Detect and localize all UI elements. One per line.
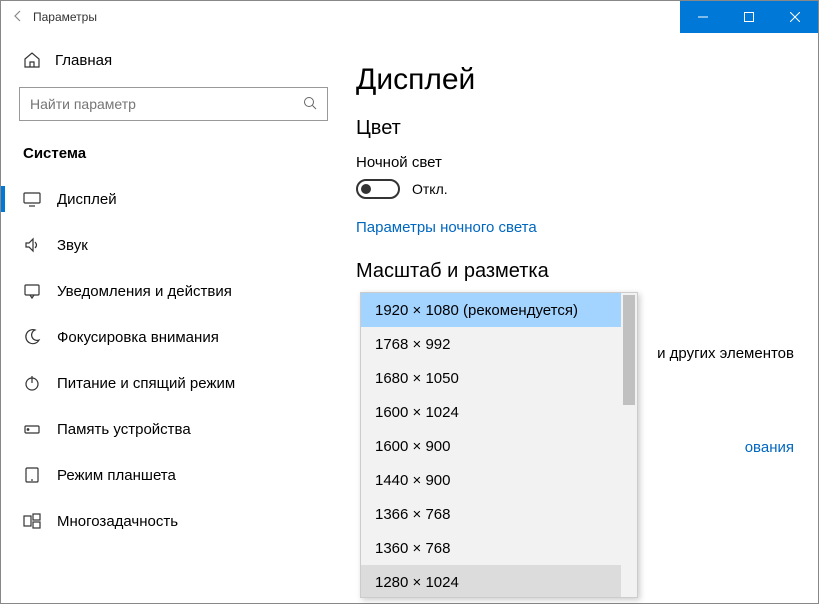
close-button[interactable] [772, 1, 818, 33]
sidebar-item-label: Уведомления и действия [57, 283, 232, 300]
sidebar-item-label: Режим планшета [57, 467, 176, 484]
partial-text-elements: и других элементов [657, 345, 794, 362]
notifications-icon [23, 282, 41, 300]
home-icon [23, 51, 41, 69]
page-title: Дисплей [356, 63, 794, 97]
sidebar-item-label: Дисплей [57, 191, 117, 208]
maximize-button[interactable] [726, 1, 772, 33]
sidebar-item-display[interactable]: Дисплей [1, 176, 328, 222]
minimize-button[interactable] [680, 1, 726, 33]
sidebar-item-label: Фокусировка внимания [57, 329, 219, 346]
display-icon [23, 190, 41, 208]
dropdown-scrollbar[interactable] [621, 293, 637, 597]
search-icon [303, 96, 317, 113]
window-title: Параметры [33, 10, 97, 24]
resolution-option[interactable]: 1600 × 1024 [361, 395, 637, 429]
tablet-icon [23, 466, 41, 484]
sidebar-item-multitask[interactable]: Многозадачность [1, 498, 328, 544]
resolution-option[interactable]: 1600 × 900 [361, 429, 637, 463]
resolution-option[interactable]: 1680 × 1050 [361, 361, 637, 395]
toggle-state-text: Откл. [412, 181, 448, 197]
multitask-icon [23, 512, 41, 530]
sidebar-item-label: Память устройства [57, 421, 191, 438]
resolution-option[interactable]: 1280 × 1024 [361, 565, 637, 597]
section-scale: Масштаб и разметка [356, 260, 794, 283]
resolution-option[interactable]: 1366 × 768 [361, 497, 637, 531]
search-input[interactable] [30, 96, 303, 112]
sidebar-item-tablet[interactable]: Режим планшета [1, 452, 328, 498]
resolution-option[interactable]: 1768 × 992 [361, 327, 637, 361]
sidebar-item-notifications[interactable]: Уведомления и действия [1, 268, 328, 314]
sidebar-item-label: Питание и спящий режим [57, 375, 235, 392]
resolution-dropdown[interactable]: 1920 × 1080 (рекомендуется)1768 × 992168… [360, 292, 638, 598]
sidebar-item-label: Многозадачность [57, 513, 178, 530]
back-arrow-icon[interactable] [11, 9, 25, 26]
resolution-option[interactable]: 1360 × 768 [361, 531, 637, 565]
home-link[interactable]: Главная [19, 51, 328, 69]
sidebar-item-storage[interactable]: Память устройства [1, 406, 328, 452]
night-light-settings-link[interactable]: Параметры ночного света [356, 219, 794, 236]
moon-icon [23, 328, 41, 346]
night-light-toggle[interactable] [356, 179, 400, 199]
sidebar-item-focus[interactable]: Фокусировка внимания [1, 314, 328, 360]
storage-icon [23, 420, 41, 438]
nav-list: Дисплей Звук Уведомления и действия Фоку… [1, 176, 328, 544]
partial-link-scaling[interactable]: ования [745, 439, 794, 456]
sidebar-item-sound[interactable]: Звук [1, 222, 328, 268]
sidebar-item-label: Звук [57, 237, 88, 254]
sidebar: Главная Система Дисплей Звук Уведомления… [1, 33, 346, 603]
group-title: Система [19, 145, 328, 162]
sidebar-item-power[interactable]: Питание и спящий режим [1, 360, 328, 406]
resolution-option[interactable]: 1920 × 1080 (рекомендуется) [361, 293, 637, 327]
sound-icon [23, 236, 41, 254]
night-light-label: Ночной свет [356, 154, 794, 171]
power-icon [23, 374, 41, 392]
resolution-option[interactable]: 1440 × 900 [361, 463, 637, 497]
home-label: Главная [55, 52, 112, 69]
section-color: Цвет [356, 117, 794, 140]
titlebar: Параметры [1, 1, 818, 33]
search-box[interactable] [19, 87, 328, 121]
